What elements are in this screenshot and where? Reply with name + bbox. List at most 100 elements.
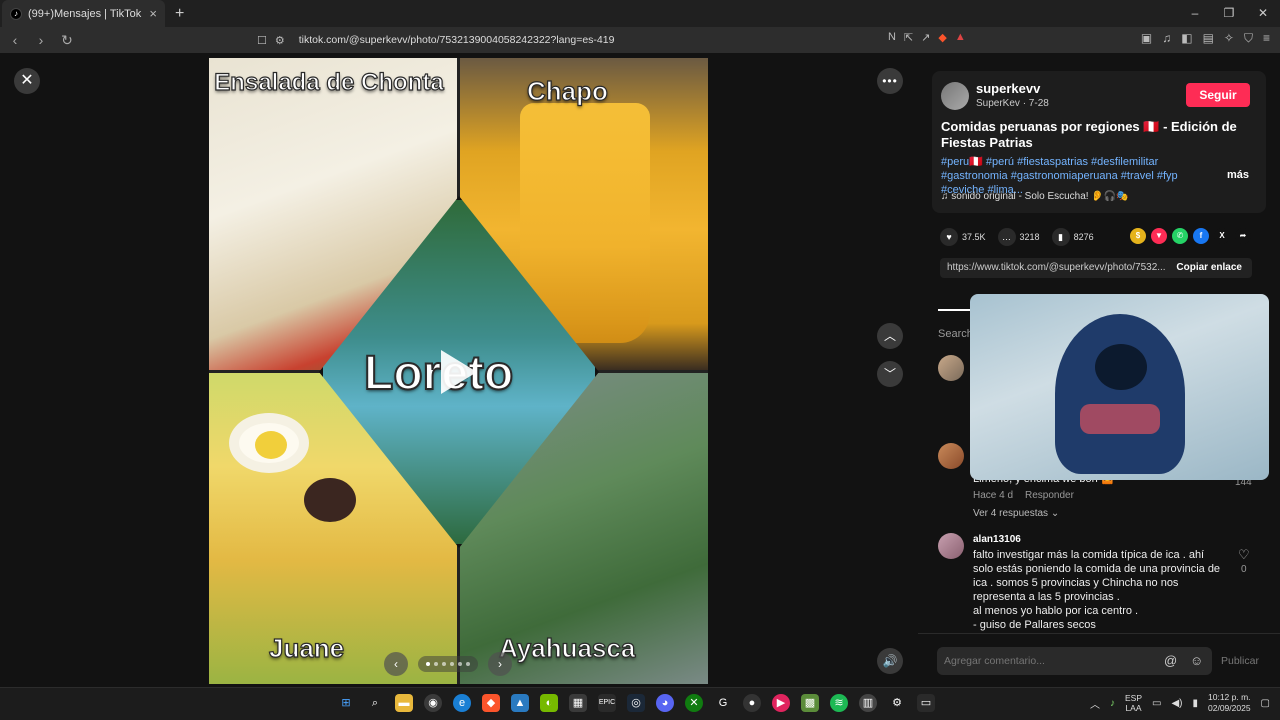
publish-button[interactable]: Publicar bbox=[1221, 655, 1259, 667]
facebook-icon[interactable]: f bbox=[1193, 228, 1209, 244]
author-avatar[interactable] bbox=[941, 82, 969, 110]
app-icon[interactable]: ▥ bbox=[859, 694, 877, 712]
split-icon[interactable]: ◧ bbox=[1181, 31, 1192, 46]
volume-icon[interactable]: ◀) bbox=[1171, 698, 1182, 709]
share-icon[interactable]: ↗ bbox=[921, 31, 930, 44]
follow-button[interactable]: Seguir bbox=[1186, 83, 1250, 107]
see-more-link[interactable]: más bbox=[1227, 169, 1249, 181]
wallet-icon[interactable]: ▤ bbox=[1203, 31, 1214, 46]
view-replies-link[interactable]: Ver 4 respuestas ⌄ bbox=[973, 508, 1059, 519]
start-icon[interactable]: ⊞ bbox=[337, 694, 355, 712]
maximize-button[interactable]: ❐ bbox=[1212, 0, 1246, 27]
more-options-button[interactable]: ••• bbox=[877, 68, 903, 94]
chrome-icon[interactable]: ◉ bbox=[424, 694, 442, 712]
commenter-avatar[interactable] bbox=[938, 355, 964, 381]
reload-button[interactable]: ↻ bbox=[56, 32, 78, 49]
next-post-button[interactable]: ﹀ bbox=[877, 361, 903, 387]
carousel-dot[interactable] bbox=[426, 662, 430, 666]
emoji-icon[interactable]: ☺ bbox=[1190, 653, 1203, 668]
back-button[interactable]: ‹ bbox=[4, 32, 26, 48]
carousel-dot[interactable] bbox=[442, 662, 446, 666]
new-tab-button[interactable]: + bbox=[175, 5, 184, 23]
commenter-name[interactable]: alan13106 bbox=[973, 534, 1021, 545]
bookmark-icon: ▮ bbox=[1051, 228, 1070, 246]
sidebar-icon[interactable]: ▣ bbox=[1141, 31, 1152, 46]
steam-icon[interactable]: ◎ bbox=[627, 694, 645, 712]
photo-carousel-image[interactable]: Ensalada de Chonta Chapo Loreto Juane Ay… bbox=[209, 58, 708, 684]
photos-icon[interactable]: ▲ bbox=[511, 694, 529, 712]
carousel-dot[interactable] bbox=[450, 662, 454, 666]
play-icon[interactable] bbox=[441, 350, 477, 394]
like-stat[interactable]: ♥ 37.5K bbox=[940, 228, 986, 246]
settings-icon[interactable]: ⚙ bbox=[888, 694, 906, 712]
minecraft-icon[interactable]: ▩ bbox=[801, 694, 819, 712]
picture-in-picture-video[interactable] bbox=[970, 294, 1269, 480]
carousel-dot[interactable] bbox=[434, 662, 438, 666]
reply-link[interactable]: Responder bbox=[1025, 490, 1074, 501]
rewards-icon[interactable]: ▲ bbox=[955, 31, 966, 44]
site-info-icon[interactable]: ⚙ bbox=[275, 34, 285, 47]
close-window-button[interactable]: ✕ bbox=[1246, 0, 1280, 27]
terminal-icon[interactable]: ▭ bbox=[917, 694, 935, 712]
comment-like-icon[interactable]: ♡ bbox=[1238, 547, 1250, 563]
file-explorer-icon[interactable]: ▬ bbox=[395, 694, 413, 712]
browser-tab[interactable]: ♪ (99+)Mensajes | TikTok × bbox=[2, 0, 165, 27]
tray-expand-icon[interactable]: ︿ bbox=[1090, 696, 1100, 711]
language-indicator[interactable]: ESP LAA bbox=[1125, 693, 1142, 713]
comment-stat[interactable]: … 3218 bbox=[997, 228, 1040, 246]
media-player-icon[interactable]: ▶ bbox=[772, 694, 790, 712]
x-icon[interactable]: X bbox=[1214, 228, 1230, 244]
discord-icon[interactable]: ◕ bbox=[656, 694, 674, 712]
app-icon[interactable]: G bbox=[714, 694, 732, 712]
nvidia-icon[interactable]: ◐ bbox=[540, 694, 558, 712]
commenter-avatar[interactable] bbox=[938, 443, 964, 469]
brave-icon[interactable]: ◆ bbox=[482, 694, 500, 712]
coin-share-icon[interactable]: $ bbox=[1130, 228, 1146, 244]
author-username[interactable]: superkevv bbox=[976, 81, 1040, 96]
repost-icon[interactable]: ▼ bbox=[1151, 228, 1167, 244]
save-stat[interactable]: ▮ 8276 bbox=[1051, 228, 1094, 246]
copy-link-button[interactable]: Copiar enlace bbox=[1176, 262, 1242, 273]
carousel-dot[interactable] bbox=[466, 662, 470, 666]
search-label[interactable]: Search bbox=[938, 328, 973, 340]
whatsapp-icon[interactable]: ✆ bbox=[1172, 228, 1188, 244]
battery-icon[interactable]: ▮ bbox=[1192, 698, 1198, 709]
forward-button[interactable]: › bbox=[30, 32, 52, 48]
commenter-avatar[interactable] bbox=[938, 533, 964, 559]
comment-text-line: representa a las 5 provincias . bbox=[973, 591, 1120, 603]
notifications-icon[interactable]: ▢ bbox=[1261, 698, 1270, 709]
carousel-next-button[interactable]: › bbox=[488, 652, 512, 676]
vpn-icon[interactable]: ⛉ bbox=[1244, 31, 1253, 46]
brave-shield-icon[interactable]: ◆ bbox=[938, 31, 946, 44]
epic-icon[interactable]: EPIC bbox=[598, 694, 616, 712]
share-arrow-icon[interactable]: ➦ bbox=[1235, 228, 1251, 244]
mention-icon[interactable]: @ bbox=[1164, 653, 1177, 668]
bookmark-icon[interactable]: ☐ bbox=[257, 34, 267, 47]
tab-close-icon[interactable]: × bbox=[149, 6, 157, 21]
spotify-icon[interactable]: ≋ bbox=[830, 694, 848, 712]
obs-icon[interactable]: ● bbox=[743, 694, 761, 712]
carousel-dot[interactable] bbox=[458, 662, 462, 666]
store-icon[interactable]: ▦ bbox=[569, 694, 587, 712]
ai-icon[interactable]: ✧ bbox=[1224, 31, 1234, 46]
post-link[interactable]: https://www.tiktok.com/@superkevv/photo/… bbox=[947, 262, 1169, 273]
close-viewer-button[interactable]: ✕ bbox=[14, 68, 40, 94]
tab-title: (99+)Mensajes | TikTok bbox=[28, 7, 142, 20]
previous-post-button[interactable]: ︿ bbox=[877, 323, 903, 349]
mic-icon[interactable]: ♪ bbox=[1110, 698, 1115, 709]
volume-button[interactable]: 🔊 bbox=[877, 648, 903, 674]
edge-icon[interactable]: e bbox=[453, 694, 471, 712]
url-text[interactable]: tiktok.com/@superkevv/photo/753213900405… bbox=[299, 34, 615, 46]
carousel-prev-button[interactable]: ‹ bbox=[384, 652, 408, 676]
sound-link[interactable]: ♫ sonido original - Solo Escucha! 👂🎧🎭 bbox=[941, 191, 1129, 202]
media-icon[interactable]: ♫ bbox=[1162, 31, 1171, 46]
network-icon[interactable]: ▭ bbox=[1152, 698, 1161, 709]
xbox-icon[interactable]: ✕ bbox=[685, 694, 703, 712]
minimize-button[interactable]: – bbox=[1178, 0, 1212, 27]
search-icon[interactable]: ⌕ bbox=[366, 694, 384, 712]
post-title: Comidas peruanas por regiones 🇵🇪 - Edici… bbox=[941, 119, 1237, 150]
reader-icon[interactable]: N bbox=[888, 31, 896, 44]
menu-icon[interactable]: ≡ bbox=[1263, 31, 1270, 46]
clock[interactable]: 10:12 p. m. 02/09/2025 bbox=[1208, 692, 1251, 714]
open-external-icon[interactable]: ⇱ bbox=[904, 31, 913, 44]
